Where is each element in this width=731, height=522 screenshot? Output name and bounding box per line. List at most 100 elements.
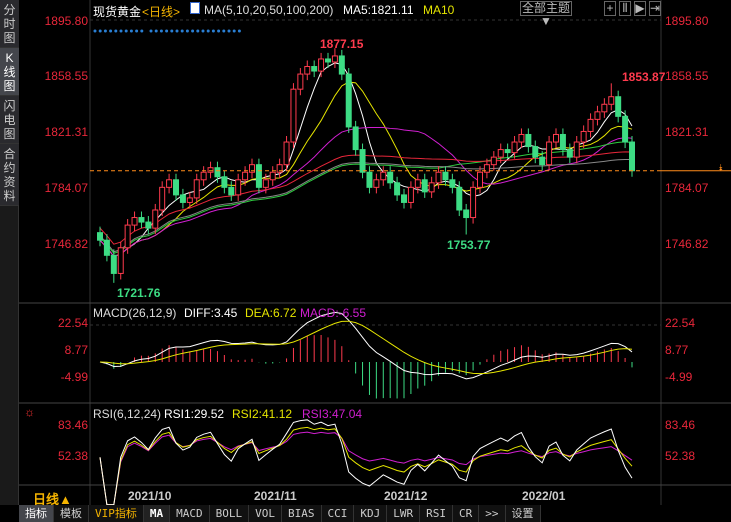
macd-axis-label-r: 8.77 bbox=[665, 343, 688, 357]
candle-body bbox=[429, 183, 434, 192]
macd-diff: DIFF:3.45 bbox=[184, 306, 237, 320]
candle-body bbox=[512, 142, 517, 153]
event-dot bbox=[94, 30, 97, 33]
diff-line bbox=[100, 312, 632, 379]
candle-body bbox=[498, 150, 503, 158]
event-dot bbox=[104, 30, 107, 33]
tab-vol[interactable]: VOL bbox=[249, 505, 282, 522]
candle-body bbox=[326, 59, 331, 62]
candle-body bbox=[602, 104, 607, 112]
tab->>[interactable]: >> bbox=[479, 505, 505, 522]
candle-body bbox=[353, 127, 358, 150]
tab-cci[interactable]: CCI bbox=[322, 505, 355, 522]
candle-body bbox=[153, 210, 158, 228]
event-dot bbox=[140, 30, 143, 33]
settings-sun-icon[interactable]: ☼ bbox=[24, 405, 35, 419]
event-dot bbox=[222, 30, 225, 33]
candle-body bbox=[581, 131, 586, 142]
tab-cr[interactable]: CR bbox=[453, 505, 479, 522]
candle-body bbox=[208, 168, 213, 173]
theme-button[interactable]: 全部主题▼ bbox=[520, 1, 572, 16]
rsi-axis-label-l: 83.46 bbox=[58, 418, 88, 432]
price-axis-label-l: 1746.82 bbox=[45, 237, 88, 251]
ma200-line bbox=[100, 159, 632, 251]
tab-ma[interactable]: MA bbox=[144, 505, 170, 522]
event-dot bbox=[150, 30, 153, 33]
event-dot bbox=[114, 30, 117, 33]
event-dot bbox=[170, 30, 173, 33]
candle-body bbox=[180, 195, 185, 203]
rsi1-value: RSI1:29.52 bbox=[164, 407, 224, 421]
zoom-icon[interactable]: ⫴ bbox=[619, 1, 631, 16]
ma-label: MA(5,10,20,50,100,200) bbox=[204, 3, 333, 17]
candle-body bbox=[457, 187, 462, 210]
tab-vip指标[interactable]: VIP指标 bbox=[89, 505, 144, 522]
ma5-value: MA5:1821.11 bbox=[343, 3, 414, 17]
candle-body bbox=[332, 56, 337, 62]
macd-axis-label-l: -4.99 bbox=[61, 370, 88, 384]
candle-body bbox=[118, 248, 123, 274]
tab-设置[interactable]: 设置 bbox=[506, 505, 541, 522]
event-dot bbox=[109, 30, 112, 33]
candle-body bbox=[360, 150, 365, 173]
price-axis-label-r: 1895.80 bbox=[665, 14, 708, 28]
candle-body bbox=[381, 172, 386, 180]
low-price-label: 1721.76 bbox=[117, 286, 160, 300]
macd-axis-label-l: 8.77 bbox=[65, 343, 88, 357]
crosshair-icon[interactable]: + bbox=[604, 1, 616, 16]
event-dot bbox=[233, 30, 236, 33]
ma-chart-icon[interactable] bbox=[190, 2, 200, 14]
candle-body bbox=[547, 142, 552, 165]
event-dot bbox=[207, 30, 210, 33]
mid-low-price-label: 1753.77 bbox=[447, 238, 490, 252]
candle-body bbox=[339, 56, 344, 74]
price-axis-label-l: 1858.55 bbox=[45, 69, 88, 83]
tab-macd[interactable]: MACD bbox=[170, 505, 210, 522]
event-dot bbox=[176, 30, 179, 33]
macd-axis-label-l: 22.54 bbox=[58, 316, 88, 330]
candle-body bbox=[408, 187, 413, 202]
tab-lwr[interactable]: LWR bbox=[387, 505, 420, 522]
candle-body bbox=[132, 218, 137, 226]
candle-body bbox=[560, 134, 565, 149]
macd-axis-label-r: -4.99 bbox=[665, 370, 692, 384]
event-dot bbox=[238, 30, 241, 33]
period-label[interactable]: <日线> bbox=[142, 3, 180, 20]
candle-body bbox=[526, 134, 531, 146]
tab-指标[interactable]: 指标 bbox=[19, 505, 54, 522]
ma10-line bbox=[100, 82, 632, 256]
price-axis-label-r: 1858.55 bbox=[665, 69, 708, 83]
event-dot bbox=[165, 30, 168, 33]
candle-body bbox=[139, 218, 144, 223]
event-dot bbox=[202, 30, 205, 33]
candle-body bbox=[104, 240, 109, 255]
tab-boll[interactable]: BOLL bbox=[210, 505, 250, 522]
candle-body bbox=[167, 180, 172, 188]
candle-body bbox=[98, 233, 103, 241]
candle-body bbox=[284, 142, 289, 165]
event-dot bbox=[228, 30, 231, 33]
macd-axis-label-r: 22.54 bbox=[665, 316, 695, 330]
rsi2-value: RSI2:41.12 bbox=[232, 407, 292, 421]
candle-body bbox=[574, 142, 579, 157]
tab-模板[interactable]: 模板 bbox=[54, 505, 89, 522]
event-dot bbox=[217, 30, 220, 33]
tab-bias[interactable]: BIAS bbox=[282, 505, 322, 522]
candle-body bbox=[491, 157, 496, 165]
candle-body bbox=[222, 177, 227, 188]
candle-body bbox=[450, 180, 455, 188]
candle-body bbox=[298, 74, 303, 89]
rsi-axis-label-l: 52.38 bbox=[58, 449, 88, 463]
macd-dea: DEA:6.72 bbox=[245, 306, 296, 320]
candle-body bbox=[125, 225, 130, 248]
price-axis-label-r: 1746.82 bbox=[665, 237, 708, 251]
event-dot bbox=[186, 30, 189, 33]
date-label: 2021/10 bbox=[128, 489, 171, 503]
candle-body bbox=[312, 67, 317, 72]
candle-body bbox=[505, 150, 510, 153]
candle-body bbox=[270, 172, 275, 180]
play-icon[interactable]: ▶ bbox=[634, 1, 646, 16]
tab-kdj[interactable]: KDJ bbox=[354, 505, 387, 522]
end-icon[interactable]: ⇥ bbox=[649, 1, 661, 16]
tab-rsi[interactable]: RSI bbox=[420, 505, 453, 522]
